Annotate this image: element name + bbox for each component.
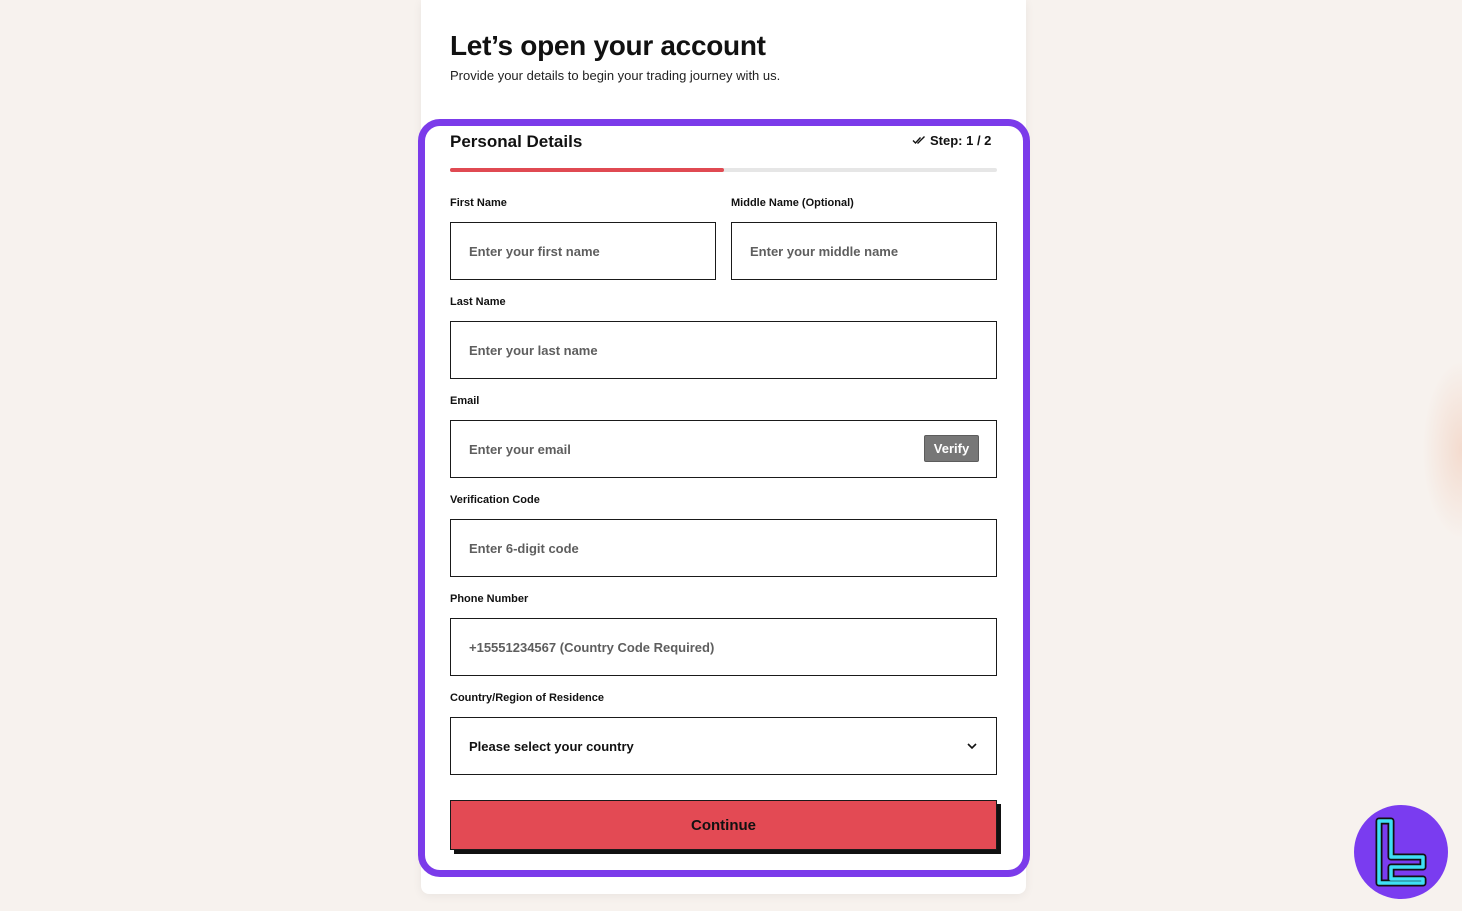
middle-name-input[interactable] [731,222,997,280]
page-subtitle: Provide your details to begin your tradi… [450,68,781,83]
phone-input[interactable] [450,618,997,676]
country-select[interactable]: Please select your country [450,717,997,775]
step-indicator: Step: 1 / 2 [912,133,991,148]
verification-code-label: Verification Code [450,494,540,506]
first-name-input[interactable] [450,222,716,280]
page-title: Let’s open your account [450,30,766,61]
chevron-down-icon [966,737,978,755]
country-selected-value: Please select your country [469,738,634,754]
phone-label: Phone Number [450,593,529,605]
section-title: Personal Details [450,132,583,151]
email-label: Email [450,395,480,407]
step-label: Step: 1 / 2 [930,133,992,148]
verification-code-input[interactable] [450,519,997,577]
step-progress-bar [450,168,997,172]
last-name-label: Last Name [450,296,506,308]
last-name-input[interactable] [450,321,997,379]
email-input[interactable] [450,420,997,478]
country-label: Country/Region of Residence [450,692,605,704]
continue-button[interactable]: Continue [450,800,997,850]
step-progress-fill [450,168,724,172]
first-name-label: First Name [450,197,507,209]
tradingfinder-logo-icon [1354,805,1448,899]
verify-button[interactable]: Verify [924,435,979,462]
double-check-icon [912,133,926,148]
middle-name-label: Middle Name (Optional) [731,197,854,209]
background-glow [1422,360,1462,540]
